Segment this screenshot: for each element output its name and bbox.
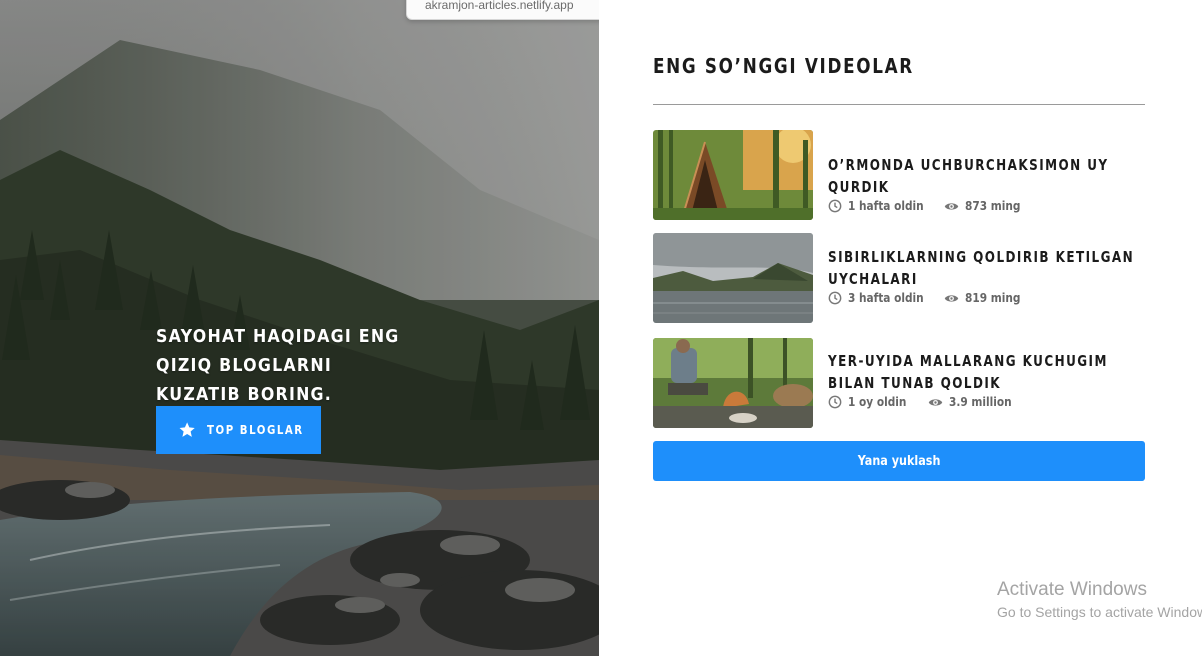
video-info: YER-UYIDA MALLARANG KUCHUGIM BILAN TUNAB… — [828, 350, 1148, 409]
video-thumbnail[interactable] — [653, 130, 813, 220]
title-divider — [653, 104, 1145, 105]
video-info: O’RMONDA UCHBURCHAKSIMON UY QURDIK 1 haf… — [828, 154, 1148, 213]
video-title[interactable]: YER-UYIDA MALLARANG KUCHUGIM BILAN TUNAB… — [828, 350, 1140, 394]
eye-icon — [928, 398, 943, 406]
clock-icon — [828, 291, 842, 305]
video-time-ago: 1 oy oldin — [848, 395, 907, 409]
video-views: 819 ming — [944, 291, 1028, 305]
hero-section: SAYOHAT HAQIDAGI ENG QIZIQ BLOGLARNI KUZ… — [0, 0, 599, 656]
video-card[interactable]: O’RMONDA UCHBURCHAKSIMON UY QURDIK 1 haf… — [653, 130, 1145, 220]
video-views-count: 3.9 million — [949, 395, 1012, 409]
load-more-button[interactable]: Yana yuklash — [653, 441, 1145, 481]
load-more-label: Yana yuklash — [857, 453, 941, 469]
video-title[interactable]: SIBIRLIKLARNING QOLDIRIB KETILGAN UYCHAL… — [828, 246, 1140, 290]
video-views-count: 873 ming — [965, 199, 1021, 213]
watermark-subtitle: Go to Settings to activate Windows. — [997, 604, 1202, 620]
video-views: 3.9 million — [928, 395, 1020, 409]
hero-heading: SAYOHAT HAQIDAGI ENG QIZIQ BLOGLARNI KUZ… — [156, 326, 400, 405]
video-views: 873 ming — [944, 199, 1028, 213]
video-thumbnail[interactable] — [653, 338, 813, 428]
latest-videos-panel: ENG SO’NGGI VIDEOLAR O’RMONDA UCHBURCHAK… — [599, 0, 1202, 656]
video-time-ago: 3 hafta oldin — [848, 291, 924, 305]
top-blogs-button-label: TOP BLOGLAR — [207, 423, 304, 437]
clock-icon — [828, 199, 842, 213]
video-info: SIBIRLIKLARNING QOLDIRIB KETILGAN UYCHAL… — [828, 246, 1148, 305]
star-icon — [179, 422, 195, 437]
watermark-title: Activate Windows — [997, 579, 1147, 600]
video-views-count: 819 ming — [965, 291, 1021, 305]
video-meta: 1 hafta oldin 873 ming — [828, 199, 1148, 213]
video-thumbnail[interactable] — [653, 233, 813, 323]
eye-icon — [944, 294, 959, 302]
top-blogs-button[interactable]: TOP BLOGLAR — [156, 406, 321, 454]
clock-icon — [828, 395, 842, 409]
video-card[interactable]: YER-UYIDA MALLARANG KUCHUGIM BILAN TUNAB… — [653, 338, 1145, 428]
panel-title: ENG SO’NGGI VIDEOLAR — [653, 54, 914, 78]
video-card[interactable]: SIBIRLIKLARNING QOLDIRIB KETILGAN UYCHAL… — [653, 233, 1145, 323]
video-meta: 3 hafta oldin 819 ming — [828, 291, 1148, 305]
video-title[interactable]: O’RMONDA UCHBURCHAKSIMON UY QURDIK — [828, 154, 1140, 198]
video-time-ago: 1 hafta oldin — [848, 199, 924, 213]
activate-windows-watermark: Activate Windows Go to Settings to activ… — [997, 579, 1202, 623]
eye-icon — [944, 202, 959, 210]
video-meta: 1 oy oldin 3.9 million — [828, 395, 1148, 409]
